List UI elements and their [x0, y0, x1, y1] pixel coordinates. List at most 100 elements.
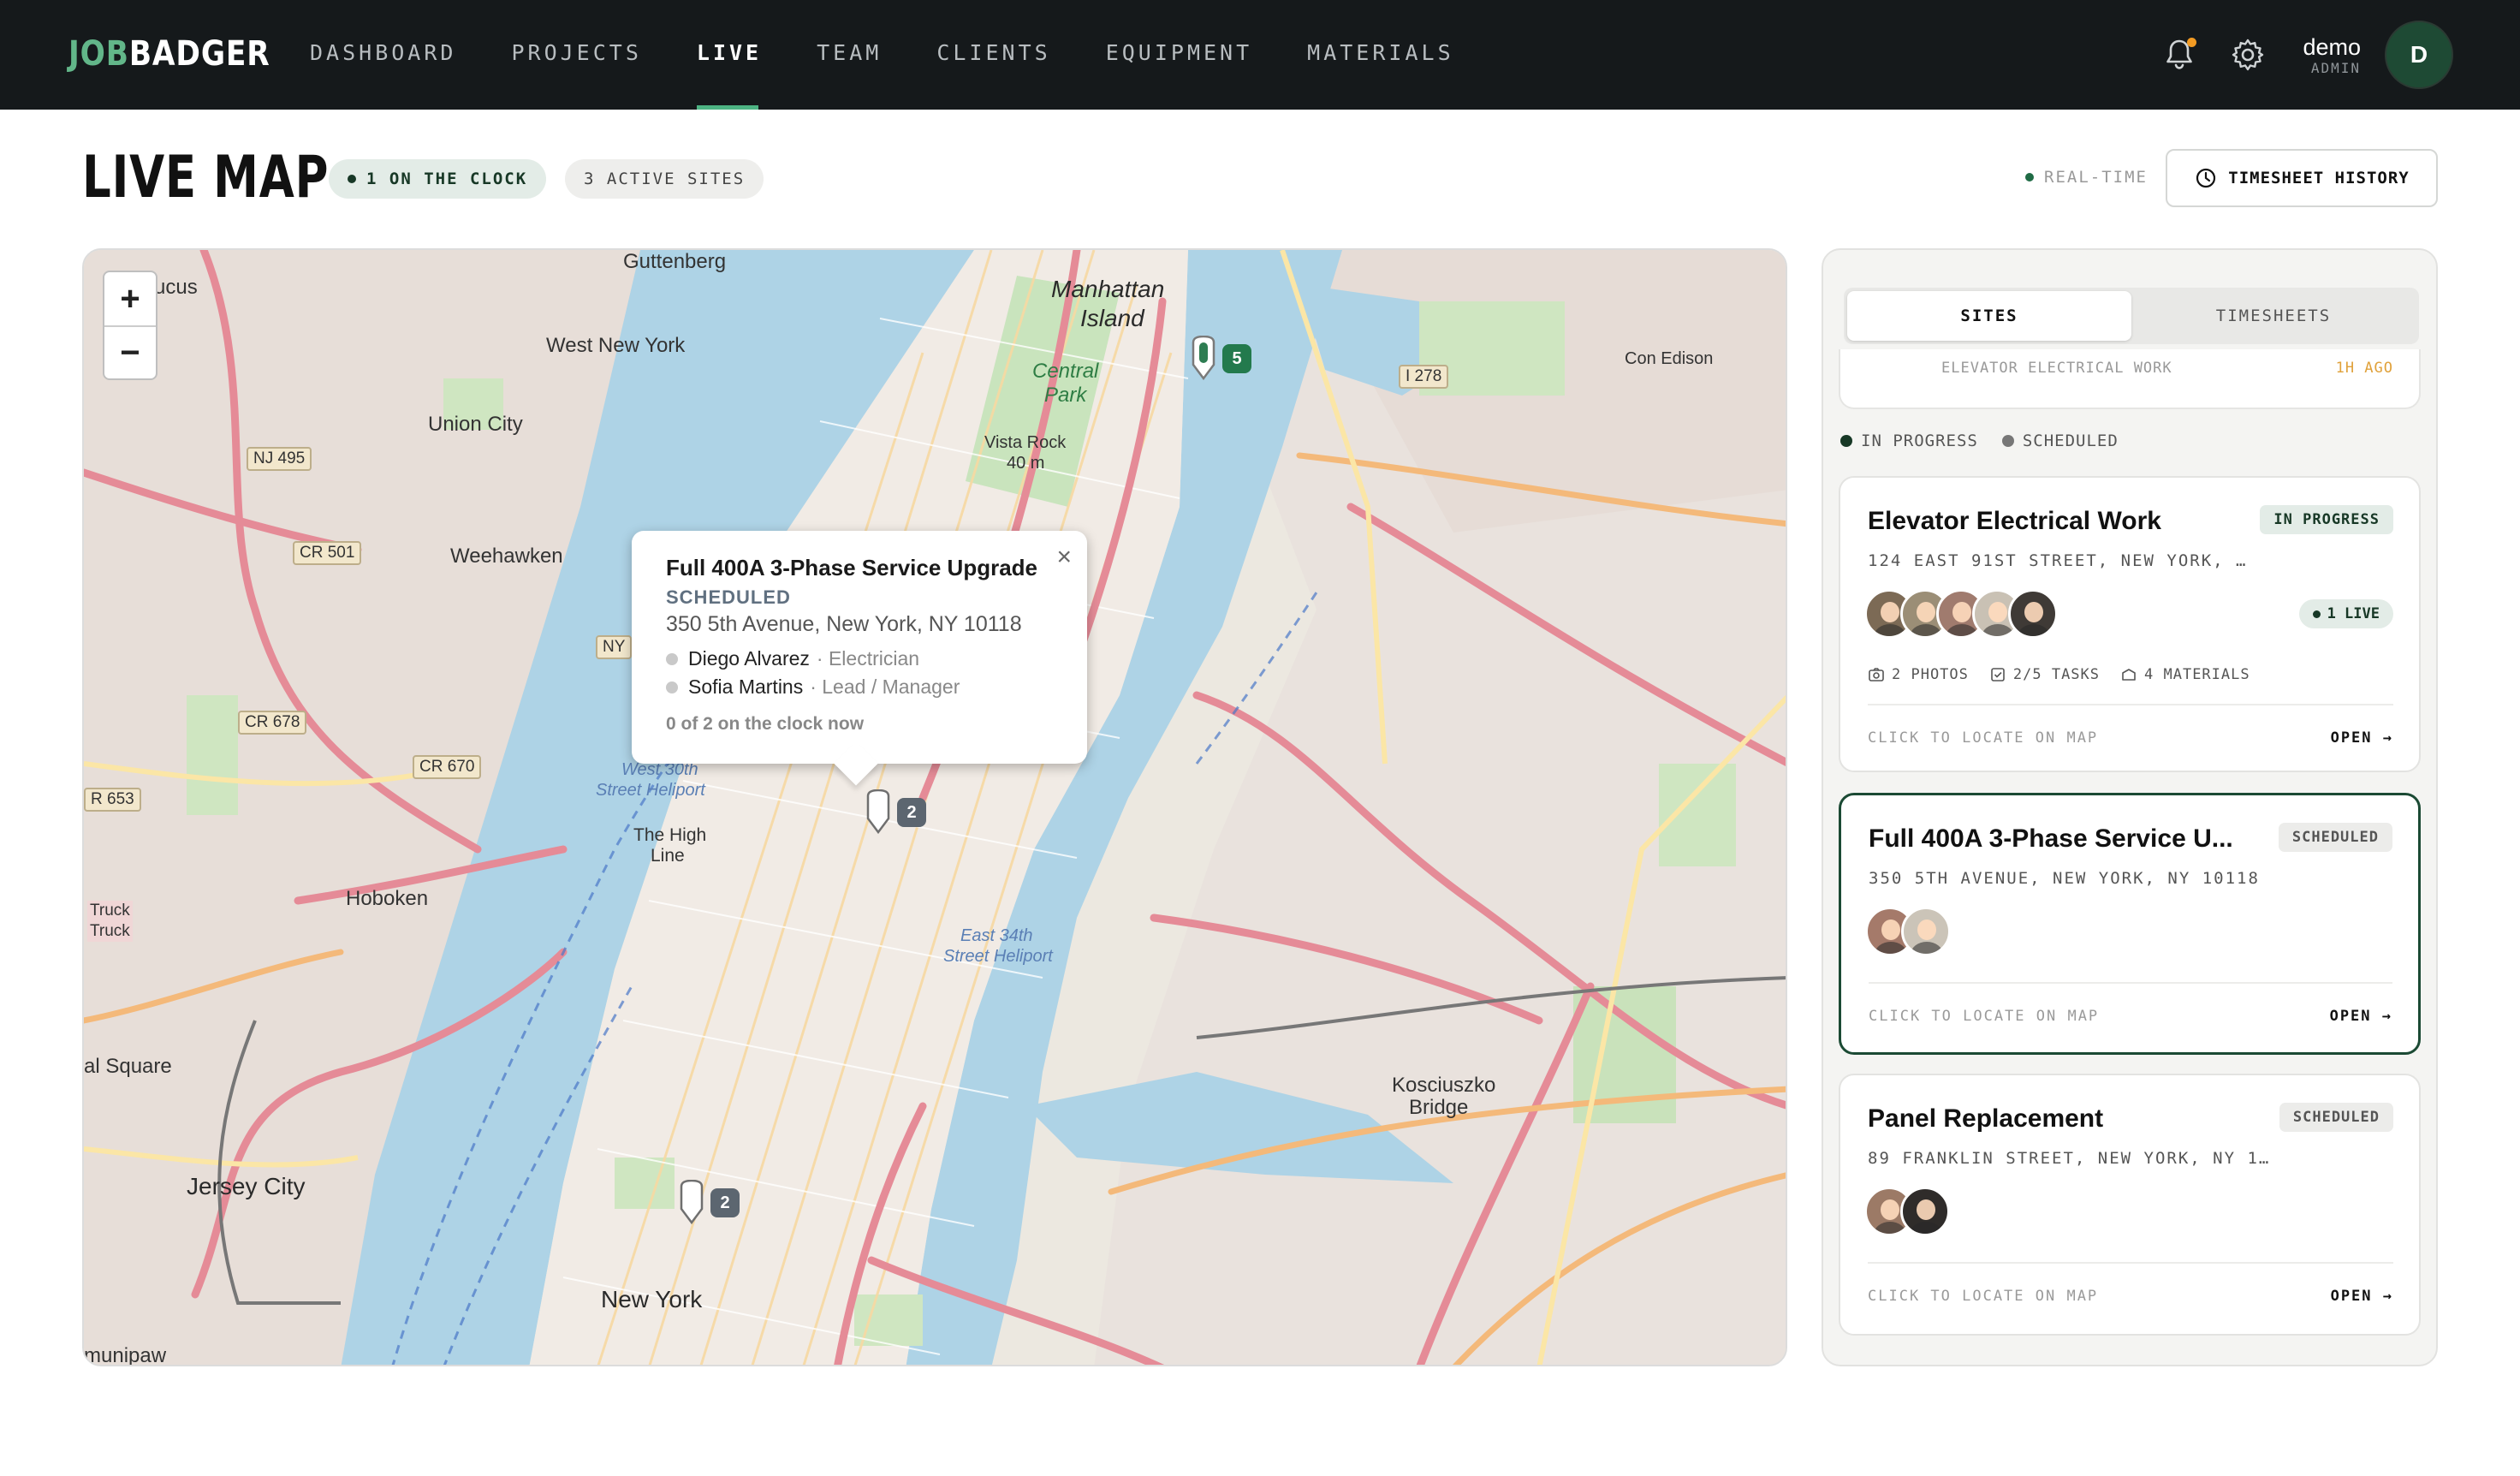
timesheet-history-button[interactable]: TIMESHEET HISTORY	[2166, 149, 2438, 207]
panel-tabs: SITES TIMESHEETS	[1844, 288, 2419, 344]
tab-sites[interactable]: SITES	[1847, 291, 2131, 341]
card-footer: CLICK TO LOCATE ON MAP OPEN →	[1868, 729, 2393, 747]
avatar[interactable]	[1900, 1187, 1950, 1236]
shield-nj495: NJ 495	[247, 447, 312, 471]
locate-hint[interactable]: CLICK TO LOCATE ON MAP	[1868, 1288, 2098, 1305]
site-address: 350 5TH AVENUE, NEW YORK, NY 10118	[1869, 869, 2260, 888]
nav-right: demo ADMIN D	[2159, 21, 2453, 89]
marker-count-badge: 5	[1222, 344, 1251, 373]
popup-crew-member: Sofia Martins · Lead / Manager	[666, 676, 1053, 699]
site-card[interactable]: Elevator Electrical Work IN PROGRESS 124…	[1839, 476, 2421, 772]
divider	[1868, 704, 2393, 705]
popup-status: SCHEDULED	[666, 586, 791, 608]
nav-equipment[interactable]: EQUIPMENT	[1106, 0, 1252, 110]
nav-live[interactable]: LIVE	[696, 0, 762, 110]
label-vista-rock-2: 40 m	[1007, 454, 1045, 473]
live-map[interactable]: Guttenberg West New York Union City Weeh…	[82, 248, 1787, 1366]
status-badge: SCHEDULED	[2278, 823, 2392, 852]
label-heliport-east: East 34th	[960, 926, 1033, 945]
label-central-park: Central	[1032, 360, 1099, 383]
label-high-line-2: Line	[651, 846, 685, 866]
site-card[interactable]: Panel Replacement SCHEDULED 89 FRANKLIN …	[1839, 1074, 2421, 1336]
label-munipaw: munipaw	[84, 1344, 167, 1366]
settings-button[interactable]	[2227, 34, 2268, 75]
gear-icon	[2232, 39, 2264, 71]
site-card-selected[interactable]: Full 400A 3-Phase Service U... SCHEDULED…	[1839, 793, 2421, 1055]
nav-dashboard[interactable]: DASHBOARD	[310, 0, 456, 110]
page-title: LIVE MAP	[82, 144, 330, 211]
site-address: 124 EAST 91ST STREET, NEW YORK, …	[1868, 551, 2248, 570]
site-title: Panel Replacement	[1868, 1104, 2104, 1133]
shield-ny: NY	[596, 635, 633, 659]
popup-close-button[interactable]: ×	[1056, 543, 1072, 572]
nav-clients[interactable]: CLIENTS	[936, 0, 1050, 110]
label-guttenberg: Guttenberg	[623, 250, 727, 273]
site-title: Elevator Electrical Work	[1868, 507, 2161, 535]
map-pin-icon	[680, 1179, 704, 1225]
open-site-button[interactable]: OPEN →	[2331, 1288, 2393, 1305]
map-pin-icon	[866, 789, 890, 835]
site-marker[interactable]: 2	[676, 1179, 740, 1229]
checkbox-icon	[1991, 668, 2005, 681]
nav-materials[interactable]: MATERIALS	[1307, 0, 1453, 110]
card-footer: CLICK TO LOCATE ON MAP OPEN →	[1869, 1008, 2392, 1025]
avatar[interactable]	[2008, 589, 2058, 639]
label-high-line: The High	[633, 825, 707, 845]
logo[interactable]: JOBBADGER	[68, 34, 270, 74]
site-title: Full 400A 3-Phase Service U...	[1869, 824, 2233, 853]
open-site-button[interactable]: OPEN →	[2330, 1008, 2392, 1025]
peek-label: ELEVATOR ELECTRICAL WORK	[1941, 360, 2172, 377]
label-truck-2: Truck	[87, 921, 133, 942]
on-clock-badge: 1 ON THE CLOCK	[329, 159, 547, 199]
divider	[1868, 1262, 2393, 1264]
label-jersey-city: Jersey City	[187, 1173, 306, 1199]
map-tiles	[84, 250, 1786, 1365]
status-dot	[348, 175, 356, 183]
zoom-in-button[interactable]: +	[104, 272, 156, 325]
shield-cr501: CR 501	[293, 541, 362, 565]
shield-i278: I 278	[1399, 365, 1449, 389]
label-square: al Square	[84, 1055, 172, 1078]
notifications-button[interactable]	[2159, 34, 2200, 75]
camera-icon	[1869, 668, 1884, 681]
avatar[interactable]: D	[2385, 21, 2453, 89]
label-west-new-york: West New York	[546, 334, 686, 357]
card-footer: CLICK TO LOCATE ON MAP OPEN →	[1868, 1288, 2393, 1305]
crew-avatars	[1864, 589, 2058, 639]
nav-projects[interactable]: PROJECTS	[511, 0, 641, 110]
label-manhattan: Manhattan	[1051, 276, 1165, 302]
main-nav: DASHBOARD PROJECTS LIVE TEAM CLIENTS EQU…	[310, 0, 1509, 110]
zoom-control: + −	[103, 271, 158, 380]
label-union-city: Union City	[428, 413, 523, 436]
site-marker[interactable]: 5	[1188, 335, 1251, 384]
crew-avatars	[1864, 1187, 1950, 1236]
label-central-park-2: Park	[1044, 384, 1087, 407]
site-marker-selected[interactable]: 2	[863, 789, 926, 838]
marker-count-badge: 2	[897, 798, 926, 827]
shield-cr670: CR 670	[413, 755, 482, 779]
label-heliport-east-2: Street Heliport	[943, 947, 1053, 966]
label-vista-rock: Vista Rock	[984, 433, 1067, 452]
zoom-out-button[interactable]: −	[104, 325, 156, 378]
site-popup: × Full 400A 3-Phase Service Upgrade SCHE…	[632, 531, 1087, 764]
locate-hint[interactable]: CLICK TO LOCATE ON MAP	[1868, 729, 2098, 747]
popup-clock-summary: 0 of 2 on the clock now	[666, 714, 865, 734]
label-truck: Truck	[87, 901, 133, 921]
active-sites-badge: 3 ACTIVE SITES	[565, 159, 764, 199]
shield-r653: R 653	[84, 788, 141, 812]
in-progress-dot	[1840, 435, 1852, 447]
nav-team[interactable]: TEAM	[817, 0, 882, 110]
avatar[interactable]	[1901, 907, 1951, 956]
crew-avatars	[1865, 907, 1951, 956]
list-item-peek[interactable]: ELEVATOR ELECTRICAL WORK 1H AGO	[1839, 349, 2421, 409]
open-site-button[interactable]: OPEN →	[2331, 729, 2393, 747]
live-count-badge: 1 LIVE	[2298, 599, 2393, 628]
realtime-dot	[2025, 173, 2034, 182]
label-kosciuszko: Kosciuszko	[1392, 1074, 1496, 1097]
user-menu[interactable]: demo ADMIN	[2303, 34, 2361, 76]
tab-timesheets[interactable]: TIMESHEETS	[2131, 291, 2416, 341]
status-legend: IN PROGRESS SCHEDULED	[1840, 431, 2119, 450]
tasks-count: 2/5 TASKS	[1989, 666, 2100, 683]
locate-hint[interactable]: CLICK TO LOCATE ON MAP	[1869, 1008, 2099, 1025]
label-kosciuszko-2: Bridge	[1409, 1096, 1469, 1119]
